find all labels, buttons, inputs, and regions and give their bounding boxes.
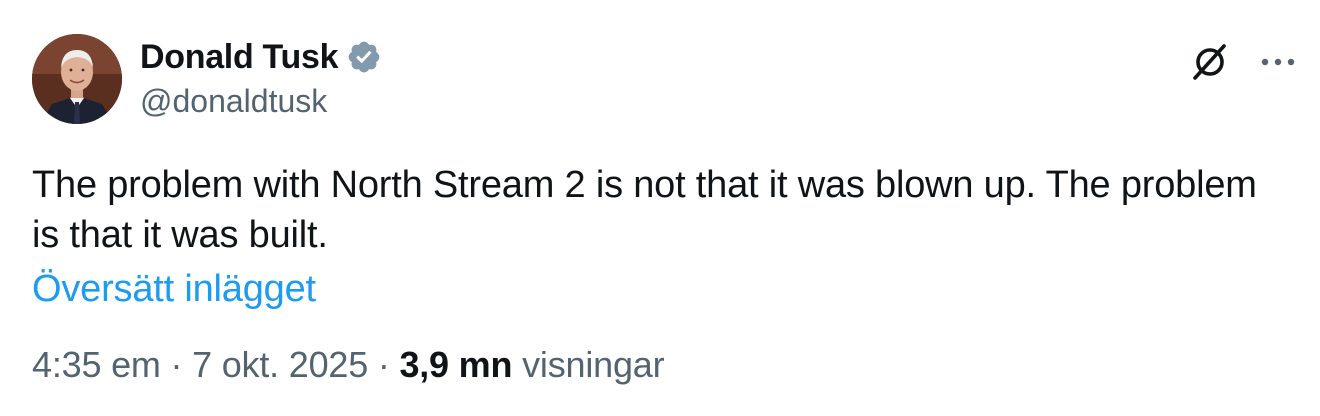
tweet-meta: 4:35 em · 7 okt. 2025 · 3,9 mn visningar [32, 340, 665, 390]
translate-post-link[interactable]: Översätt inlägget [32, 264, 316, 314]
tweet-card: Donald Tusk @donaldtusk The problem with… [0, 0, 1320, 416]
grok-icon[interactable] [1188, 40, 1232, 84]
avatar-image [32, 34, 122, 124]
tweet-top-actions [1188, 40, 1298, 84]
views-label: visningar [512, 344, 665, 385]
author-handle[interactable]: @donaldtusk [140, 80, 327, 122]
more-options-icon[interactable] [1258, 40, 1298, 84]
meta-separator: · [160, 344, 193, 385]
author-name-row: Donald Tusk [140, 36, 382, 78]
meta-separator: · [368, 344, 400, 385]
author-display-name[interactable]: Donald Tusk [140, 36, 339, 78]
avatar[interactable] [32, 34, 122, 124]
tweet-text: The problem with North Stream 2 is not t… [32, 164, 1257, 256]
views-count[interactable]: 3,9 mn [399, 344, 512, 385]
tweet-time[interactable]: 4:35 em [32, 344, 161, 385]
verified-badge-icon[interactable] [346, 39, 382, 75]
tweet-date[interactable]: 7 okt. 2025 [192, 344, 368, 385]
